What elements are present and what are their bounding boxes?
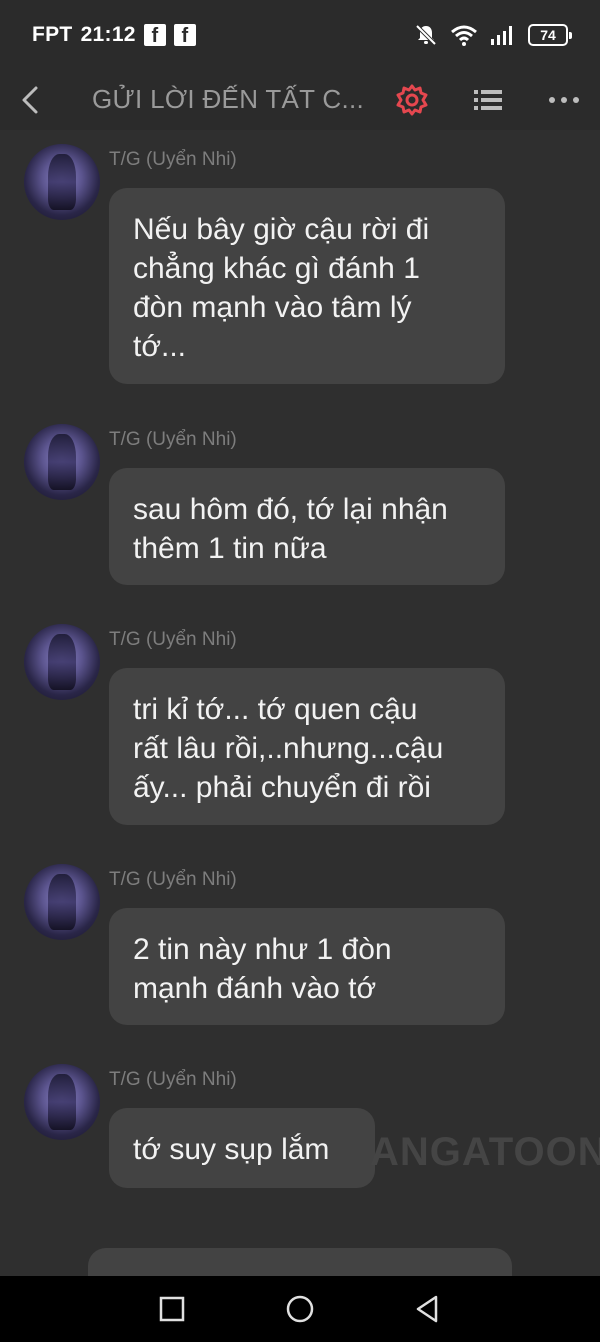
status-bar: FPT 21:12 f f 74 — [0, 0, 600, 70]
wifi-icon — [451, 25, 477, 46]
facebook-icon: f — [143, 24, 166, 47]
avatar[interactable] — [24, 424, 100, 500]
message-line: tớ suy sụp lắm — [133, 1133, 330, 1166]
avatar[interactable] — [24, 144, 100, 220]
facebook-icon: f — [173, 24, 196, 47]
avatar[interactable] — [24, 1064, 100, 1140]
message-bubble: Nếu bây giờ cậu rời đi chẳng khác gì đán… — [109, 188, 505, 384]
chapter-title: GỬI LỜI ĐẾN TẤT C... — [92, 84, 365, 114]
message-line: ấy... phải chuyển đi rồi — [133, 771, 431, 804]
settings-button[interactable] — [394, 82, 430, 118]
message-line: thêm 1 tin nữa — [133, 532, 327, 565]
list-icon — [474, 90, 502, 110]
message-line: Nếu bây giờ cậu rời đi — [133, 213, 430, 246]
message-line: sau hôm đó, tớ lại nhận — [133, 493, 448, 526]
chevron-left-icon — [22, 86, 38, 114]
clock: 21:12 — [80, 23, 136, 46]
message-bubble: tớ suy sụp lắm — [109, 1108, 375, 1188]
message-line: chẳng khác gì đánh 1 — [133, 252, 420, 285]
message-bubble-partial — [88, 1248, 512, 1276]
circle-icon — [286, 1295, 314, 1323]
sender-name: T/G (Uyển Nhi) — [109, 629, 237, 650]
sender-name: T/G (Uyển Nhi) — [109, 1069, 237, 1090]
avatar[interactable] — [24, 624, 100, 700]
gear-icon — [396, 84, 428, 116]
watermark-logo: ANGATOON — [370, 1130, 600, 1174]
message-bubble: tri kỉ tớ... tớ quen cậu rất lâu rồi,..n… — [109, 668, 505, 825]
sender-name: T/G (Uyển Nhi) — [109, 149, 237, 170]
avatar[interactable] — [24, 864, 100, 940]
message-line: rất lâu rồi,..nhưng...cậu — [133, 732, 444, 765]
home-button[interactable] — [285, 1294, 315, 1324]
more-options-button[interactable] — [546, 82, 582, 118]
more-horizontal-icon — [549, 97, 579, 103]
chat-area[interactable]: T/G (Uyển Nhi) Nếu bây giờ cậu rời đi ch… — [0, 130, 600, 1276]
top-app-bar: GỬI LỜI ĐẾN TẤT C... — [0, 70, 600, 130]
signal-icon — [491, 26, 512, 45]
message-line: tri kỉ tớ... tớ quen cậu — [133, 693, 418, 726]
message-line: 2 tin này như 1 đòn — [133, 933, 392, 966]
message-line: tớ... — [133, 330, 187, 363]
chapter-list-button[interactable] — [470, 82, 506, 118]
battery-level: 74 — [540, 27, 556, 43]
carrier-label: FPT — [32, 23, 73, 46]
system-navigation-bar — [0, 1276, 600, 1342]
message-line: mạnh đánh vào tớ — [133, 972, 377, 1005]
status-left: FPT 21:12 f f — [32, 23, 196, 47]
bell-off-icon — [415, 24, 437, 46]
status-right: 74 — [414, 23, 572, 47]
message-line: đòn mạnh vào tâm lý — [133, 291, 412, 324]
recent-apps-button[interactable] — [157, 1294, 187, 1324]
sender-name: T/G (Uyển Nhi) — [109, 429, 237, 450]
back-nav-button[interactable] — [413, 1294, 443, 1324]
triangle-back-icon — [416, 1295, 438, 1323]
battery-icon: 74 — [528, 24, 572, 46]
message-bubble: 2 tin này như 1 đòn mạnh đánh vào tớ — [109, 908, 505, 1025]
sender-name: T/G (Uyển Nhi) — [109, 869, 237, 890]
back-button[interactable] — [14, 84, 46, 116]
square-icon — [159, 1296, 185, 1322]
message-bubble: sau hôm đó, tớ lại nhận thêm 1 tin nữa — [109, 468, 505, 585]
